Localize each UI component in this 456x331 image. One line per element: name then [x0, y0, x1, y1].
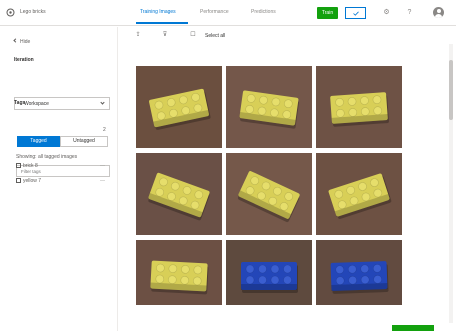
iteration-heading: Iteration: [14, 57, 34, 63]
image-thumbnail[interactable]: [136, 153, 222, 235]
brick-photo: [330, 92, 389, 127]
brick-photo: [237, 171, 300, 223]
tags-count: 2: [103, 127, 106, 133]
hide-label: Hide: [20, 39, 31, 45]
brick-photo: [328, 173, 392, 219]
filter-icon[interactable]: ⊽: [161, 31, 169, 39]
image-thumbnail[interactable]: [226, 153, 312, 235]
tab-performance[interactable]: Performance: [200, 9, 229, 15]
project-title[interactable]: Lego bricks: [20, 9, 46, 15]
image-thumbnail[interactable]: [316, 153, 402, 235]
avatar[interactable]: [433, 7, 444, 18]
hide-sidebar-button[interactable]: Hide: [13, 38, 31, 45]
toggle-untagged[interactable]: Untagged: [60, 136, 108, 147]
select-all-label[interactable]: Select all: [205, 33, 225, 39]
status-indicator: [392, 325, 434, 331]
image-thumbnail[interactable]: [316, 240, 402, 305]
tag-item-brick[interactable]: brick 8 —: [16, 163, 105, 171]
tag-label: brick 8: [23, 163, 38, 169]
quick-test-button[interactable]: [345, 7, 366, 19]
chevron-down-icon: [100, 100, 105, 105]
brick-photo: [241, 262, 298, 293]
add-images-icon[interactable]: ⇪: [134, 31, 142, 39]
brick-photo: [150, 260, 209, 295]
select-checkbox-icon[interactable]: ☐: [189, 31, 197, 39]
sidebar: Hide Iteration Workspace Tags 2 Tagged U…: [0, 27, 118, 331]
checkbox[interactable]: [16, 163, 21, 168]
app-logo-icon: [6, 8, 15, 17]
tab-training-images[interactable]: Training Images: [140, 9, 176, 15]
tags-heading: Tags: [14, 100, 26, 106]
brick-photo: [149, 88, 211, 130]
image-thumbnail[interactable]: [136, 240, 222, 305]
iteration-value: Workspace: [24, 101, 49, 107]
tab-predictions[interactable]: Predictions: [251, 9, 276, 15]
image-thumbnail[interactable]: [226, 66, 312, 148]
brick-photo: [147, 172, 210, 221]
checkbox[interactable]: [16, 178, 21, 183]
image-thumbnail[interactable]: [136, 66, 222, 148]
help-icon[interactable]: ?: [405, 8, 414, 17]
brick-photo: [239, 90, 299, 129]
top-bar: Lego bricks Training Images Performance …: [0, 0, 456, 26]
active-tab-indicator: [136, 22, 188, 24]
settings-icon[interactable]: ⚙: [382, 8, 391, 17]
tag-item-yellow[interactable]: yellow 7 —: [16, 178, 105, 186]
toggle-tagged[interactable]: Tagged: [17, 136, 60, 147]
brick-photo: [330, 261, 389, 294]
tag-count: —: [100, 178, 105, 184]
quick-test-icon: [353, 11, 359, 16]
train-button[interactable]: Train: [317, 7, 338, 19]
tag-label: yellow 7: [23, 178, 42, 184]
chevron-left-icon: [13, 38, 18, 43]
filter-status-text: Showing: all tagged images: [16, 154, 78, 160]
scrollbar-thumb[interactable]: [449, 60, 453, 120]
tag-count: —: [100, 163, 105, 169]
image-thumbnail[interactable]: [316, 66, 402, 148]
image-thumbnail[interactable]: [226, 240, 312, 305]
iteration-select[interactable]: Workspace: [14, 97, 110, 110]
